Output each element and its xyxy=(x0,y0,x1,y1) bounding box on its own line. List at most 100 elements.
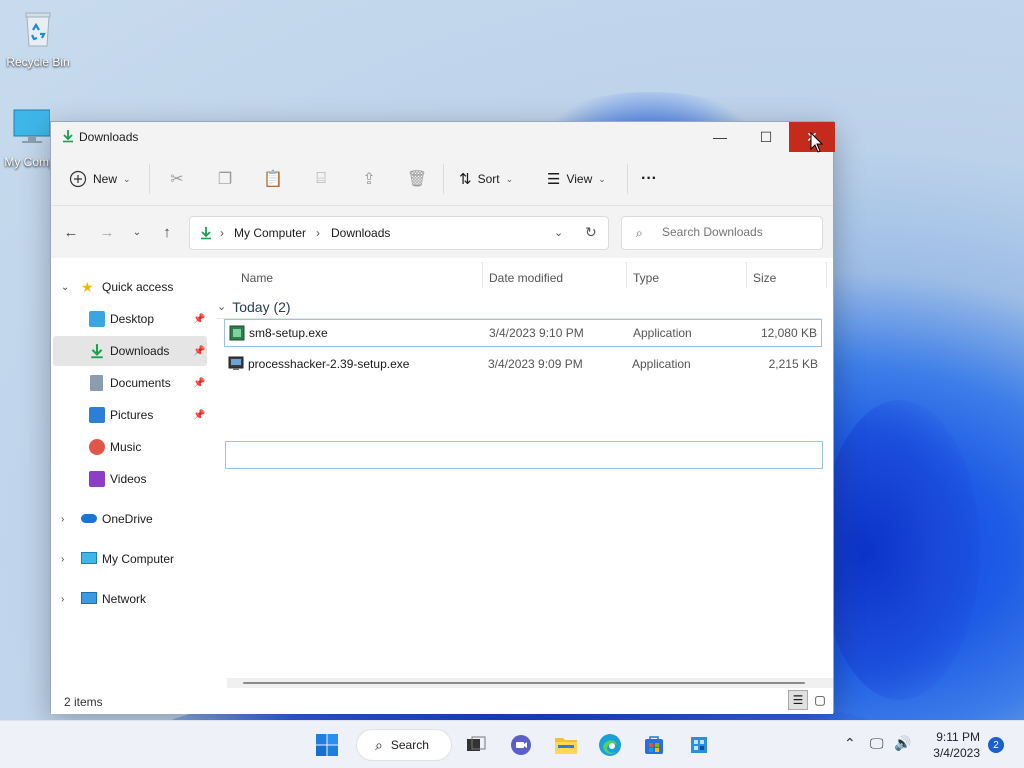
sidebar-item-label: Videos xyxy=(110,472,147,486)
start-button[interactable] xyxy=(311,729,343,761)
search-input[interactable] xyxy=(662,225,812,239)
column-header-size[interactable]: Size xyxy=(753,266,776,290)
show-hidden-icons-button[interactable]: ⌃ xyxy=(844,735,856,752)
plus-circle-icon xyxy=(69,170,87,188)
column-header-name[interactable]: Name xyxy=(241,266,273,290)
clock[interactable]: 9:11 PM 3/4/2023 xyxy=(924,729,980,761)
task-view-icon xyxy=(467,736,486,751)
desktop-icon-label: Recycle Bin xyxy=(6,55,70,69)
table-row[interactable]: sm8-setup.exe 3/4/2023 9:10 PM Applicati… xyxy=(224,319,822,347)
details-view-button[interactable]: ☰ xyxy=(788,690,808,710)
monitor-icon xyxy=(13,109,51,143)
delete-icon[interactable]: 🗑 xyxy=(407,169,427,189)
sidebar-item-label: Network xyxy=(102,592,147,606)
file-date-modified: 3/4/2023 9:09 PM xyxy=(488,357,583,371)
new-button[interactable]: New ⌄ xyxy=(69,162,131,196)
task-view-button[interactable] xyxy=(460,729,492,761)
maximize-button[interactable]: ☐ xyxy=(743,122,789,152)
title-bar[interactable]: Downloads — ☐ ✕ xyxy=(51,122,835,152)
windows-logo-icon xyxy=(316,734,338,756)
more-options-button[interactable]: ··· xyxy=(641,162,657,196)
chevron-down-icon: ⌄ xyxy=(123,173,131,184)
share-icon[interactable]: ⇪ xyxy=(359,169,379,189)
up-button[interactable]: ↑ xyxy=(155,220,179,244)
paste-icon[interactable]: 📋 xyxy=(263,169,283,189)
column-divider[interactable] xyxy=(826,262,827,288)
installer-icon xyxy=(228,356,244,370)
column-divider[interactable] xyxy=(626,262,627,288)
sidebar-item-my-computer[interactable]: › My Computer xyxy=(51,544,207,574)
notification-badge[interactable]: 2 xyxy=(988,737,1004,753)
pin-icon[interactable]: 📌 xyxy=(193,410,205,421)
address-bar[interactable]: › My Computer › Downloads ⌄ ↻ xyxy=(189,216,609,250)
music-icon xyxy=(89,439,105,455)
chevron-right-icon[interactable]: › xyxy=(61,594,64,605)
sidebar-item-desktop[interactable]: Desktop 📌 xyxy=(51,304,207,334)
minimize-button[interactable]: — xyxy=(697,122,743,152)
sidebar-item-label: My Computer xyxy=(102,552,175,566)
address-history-dropdown[interactable]: ⌄ xyxy=(554,226,563,239)
sidebar-item-onedrive[interactable]: › OneDrive xyxy=(51,504,207,534)
sidebar-item-label: Music xyxy=(110,440,142,454)
view-button[interactable]: ☰ View ⌄ xyxy=(547,162,606,196)
recent-locations-button[interactable]: ⌄ xyxy=(125,220,149,244)
sidebar-item-documents[interactable]: Documents 📌 xyxy=(51,368,207,398)
horizontal-scrollbar[interactable] xyxy=(227,678,833,688)
network-icon xyxy=(81,592,97,604)
pin-icon[interactable]: 📌 xyxy=(193,314,205,325)
chevron-right-icon[interactable]: › xyxy=(61,554,64,565)
edge-browser-button[interactable] xyxy=(594,729,626,761)
desktop-icon-recycle-bin[interactable]: Recycle Bin xyxy=(0,8,76,69)
table-row[interactable] xyxy=(225,441,823,469)
breadcrumb-downloads[interactable]: Downloads xyxy=(331,226,390,240)
group-header-today[interactable]: ⌄ Today (2) xyxy=(217,295,821,319)
sidebar-item-pictures[interactable]: Pictures 📌 xyxy=(51,400,207,430)
column-divider[interactable] xyxy=(746,262,747,288)
taskbar-search-button[interactable]: ⌕ Search xyxy=(356,729,452,761)
sidebar-item-downloads[interactable]: Downloads 📌 xyxy=(53,336,207,366)
document-icon xyxy=(90,375,103,391)
store-button[interactable] xyxy=(638,729,670,761)
download-icon xyxy=(91,344,103,359)
new-button-label: New xyxy=(93,172,118,186)
refresh-icon[interactable]: ↻ xyxy=(585,224,597,241)
column-header-type[interactable]: Type xyxy=(633,266,659,290)
column-header-date-modified[interactable]: Date modified xyxy=(489,266,563,290)
sidebar-item-label: Quick access xyxy=(102,280,174,294)
search-box[interactable]: ⌕ xyxy=(621,216,823,250)
volume-icon[interactable]: 🔊 xyxy=(894,735,911,752)
cut-icon[interactable]: ✂ xyxy=(167,169,187,189)
large-icons-view-button[interactable]: ▢ xyxy=(810,690,830,710)
toolbar-divider xyxy=(627,164,628,194)
sidebar-item-label: Downloads xyxy=(110,344,170,358)
pin-icon[interactable]: 📌 xyxy=(193,346,205,357)
file-explorer-taskbar-button[interactable] xyxy=(550,729,582,761)
sidebar-item-quick-access[interactable]: ⌄ ★ Quick access xyxy=(51,272,207,302)
network-status-icon[interactable]: 🖵 xyxy=(870,735,884,752)
chat-button[interactable] xyxy=(505,729,537,761)
sort-icon: ⇅ xyxy=(459,171,472,188)
breadcrumb-my-computer[interactable]: My Computer xyxy=(234,226,306,240)
scrollbar-thumb[interactable] xyxy=(243,682,805,684)
group-label: Today (2) xyxy=(232,298,291,315)
app-taskbar-button[interactable] xyxy=(683,729,715,761)
clock-date: 3/4/2023 xyxy=(933,746,980,760)
chat-icon xyxy=(511,735,531,755)
table-row[interactable]: processhacker-2.39-setup.exe 3/4/2023 9:… xyxy=(224,350,822,378)
sidebar-item-videos[interactable]: Videos xyxy=(51,464,207,494)
back-button[interactable]: ← xyxy=(59,220,83,244)
video-icon xyxy=(89,471,105,487)
pin-icon[interactable]: 📌 xyxy=(193,378,205,389)
copy-icon[interactable]: ❐ xyxy=(215,169,235,189)
chevron-down-icon[interactable]: ⌄ xyxy=(61,282,69,293)
sidebar-item-network[interactable]: › Network xyxy=(51,584,207,614)
forward-button[interactable]: → xyxy=(95,220,119,244)
sidebar-item-music[interactable]: Music xyxy=(51,432,207,462)
rename-icon[interactable]: ⌸ xyxy=(311,169,331,189)
sort-button[interactable]: ⇅ Sort ⌄ xyxy=(459,162,513,196)
view-button-label: View xyxy=(566,172,593,186)
chevron-right-icon[interactable]: › xyxy=(61,514,64,525)
column-divider[interactable] xyxy=(482,262,483,288)
status-bar: 2 items ☰ ▢ xyxy=(51,688,833,714)
chevron-down-icon: ⌄ xyxy=(217,301,227,313)
